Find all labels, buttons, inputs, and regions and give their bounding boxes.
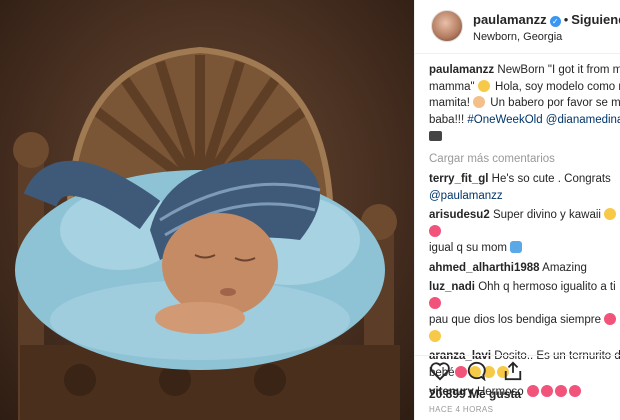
separator-dot: • xyxy=(563,12,569,27)
comment-item: luz_nadi Ohh q hermoso igualito a ti pau… xyxy=(429,279,620,345)
smile-emoji-icon xyxy=(429,329,441,342)
heart-eyes-emoji-icon xyxy=(540,385,553,397)
avatar[interactable] xyxy=(431,10,463,42)
caption-line: mamita! xyxy=(429,97,474,109)
caption: paulamanzz NewBorn "I got it from my mam… xyxy=(429,62,620,145)
hashtag-link[interactable]: #OneWeekOld xyxy=(467,114,542,126)
comment-text: pau que dios los bendiga siempre xyxy=(429,314,601,326)
like-heart-icon[interactable] xyxy=(429,361,451,381)
header-userline: paulamanzz✓•Siguiendo xyxy=(473,12,620,27)
baby-emoji-icon xyxy=(473,96,486,108)
camera-emoji-icon xyxy=(429,131,442,141)
mention-link[interactable]: @paulamanzz xyxy=(429,190,503,202)
heart-eyes-emoji-icon xyxy=(526,385,539,397)
heart-eyes-emoji-icon xyxy=(604,313,617,325)
comment-text: igual q su mom xyxy=(429,242,507,254)
post-photo[interactable] xyxy=(0,0,414,420)
comment-text: Ohh q hermoso igualito a ti xyxy=(478,281,616,293)
comment-bubble-icon[interactable] xyxy=(465,361,487,382)
mention-link[interactable]: @dianamedinap xyxy=(546,114,620,126)
heart-eyes-emoji-icon xyxy=(554,385,567,397)
share-upload-icon[interactable] xyxy=(502,361,524,381)
following-button[interactable]: Siguiendo xyxy=(571,12,620,27)
comment-username[interactable]: luz_nadi xyxy=(429,281,475,293)
comments-list: paulamanzz NewBorn "I got it from my mam… xyxy=(429,62,620,404)
comment-text: Super divino y kawaii xyxy=(492,209,601,221)
post-side-panel: paulamanzz✓•Siguiendo Newborn, Georgia p… xyxy=(414,0,620,420)
crying-emoji-icon xyxy=(510,241,523,253)
baby-face xyxy=(162,213,278,317)
heart-eyes-emoji-icon xyxy=(429,296,441,309)
comment-item: arisudesu2 Super divino y kawaii igual q… xyxy=(429,207,620,257)
likes-count[interactable]: 20.899 Me gusta xyxy=(429,387,521,401)
caption-line: baba!!! xyxy=(429,113,468,126)
comment-text: Amazing xyxy=(542,261,587,274)
heart-eyes-emoji-icon xyxy=(429,224,441,237)
post-header: paulamanzz✓•Siguiendo Newborn, Georgia xyxy=(415,0,620,54)
caption-username[interactable]: paulamanzz xyxy=(429,64,494,76)
comment-item: terry_fit_gl He's so cute . Congrats @pa… xyxy=(429,171,620,204)
caption-line: Un babero por favor se me cae la xyxy=(490,97,620,109)
newborn-photo-illustration xyxy=(13,46,400,420)
location-link[interactable]: Newborn, Georgia xyxy=(473,31,562,43)
action-bar xyxy=(429,361,534,385)
caption-line: NewBorn "I got it from my xyxy=(497,64,620,76)
comment-username[interactable]: arisudesu2 xyxy=(429,209,490,221)
caption-line: mamma" xyxy=(429,80,475,93)
load-more-comments-button[interactable]: Cargar más comentarios xyxy=(429,151,620,168)
comment-username[interactable]: terry_fit_gl xyxy=(429,173,488,185)
comment-item: ahmed_alharthi1988 Amazing xyxy=(429,260,620,277)
verified-badge-icon: ✓ xyxy=(549,16,561,27)
baby-hands xyxy=(155,302,245,334)
grin-emoji-icon xyxy=(477,79,490,92)
actions-divider xyxy=(415,355,620,356)
post-timestamp[interactable]: HACE 4 HORAS xyxy=(429,405,493,414)
header-username[interactable]: paulamanzz xyxy=(473,12,547,27)
smile-emoji-icon xyxy=(604,208,617,220)
comment-text: He's so cute . Congrats xyxy=(491,173,611,185)
comment-username[interactable]: ahmed_alharthi1988 xyxy=(429,262,540,274)
caption-line: Hola, soy modelo como mi xyxy=(491,80,620,93)
heart-eyes-emoji-icon xyxy=(568,385,581,397)
